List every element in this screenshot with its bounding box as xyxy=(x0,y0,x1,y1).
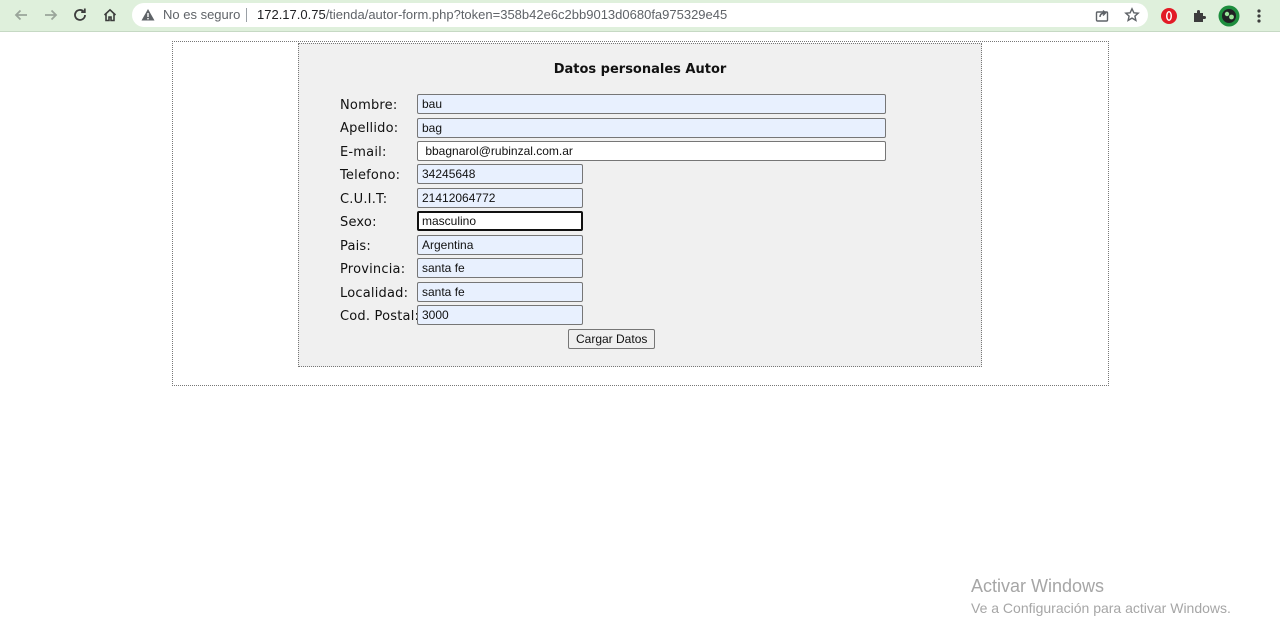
divider xyxy=(246,8,247,22)
cod-postal-input[interactable] xyxy=(417,305,583,325)
provincia-input[interactable] xyxy=(417,258,583,278)
warning-icon[interactable] xyxy=(141,8,155,22)
label-nombre: Nombre: xyxy=(340,98,398,113)
star-icon[interactable] xyxy=(1124,7,1140,23)
label-cuit: C.U.I.T: xyxy=(340,192,388,207)
label-email: E-mail: xyxy=(340,145,387,160)
home-icon[interactable] xyxy=(97,4,123,26)
url-text[interactable]: 172.17.0.75/tienda/autor-form.php?token=… xyxy=(257,7,727,22)
author-form: Datos personales Autor Nombre: Apellido:… xyxy=(298,43,982,367)
telefono-input[interactable] xyxy=(417,164,583,184)
security-status[interactable]: No es seguro xyxy=(163,7,240,22)
opera-extension-icon[interactable] xyxy=(1158,5,1180,27)
localidad-input[interactable] xyxy=(417,282,583,302)
apellido-input[interactable] xyxy=(417,118,886,138)
pais-input[interactable] xyxy=(417,235,583,255)
activation-watermark-subtitle: Ve a Configuración para activar Windows. xyxy=(971,600,1231,616)
activation-watermark-title: Activar Windows xyxy=(971,576,1105,596)
email-input[interactable] xyxy=(417,141,886,161)
cargar-datos-button[interactable]: Cargar Datos xyxy=(568,329,656,349)
browser-toolbar: No es seguro 172.17.0.75/tienda/autor-fo… xyxy=(0,0,1280,32)
reload-icon[interactable] xyxy=(67,4,93,26)
cuit-input[interactable] xyxy=(417,188,583,208)
label-sexo: Sexo: xyxy=(340,215,377,230)
back-icon[interactable] xyxy=(8,4,34,26)
avatar[interactable] xyxy=(1218,5,1240,27)
menu-icon[interactable] xyxy=(1248,5,1270,27)
form-title: Datos personales Autor xyxy=(553,62,727,77)
address-bar[interactable]: No es seguro 172.17.0.75/tienda/autor-fo… xyxy=(132,3,1148,27)
share-icon[interactable] xyxy=(1094,7,1110,23)
label-apellido: Apellido: xyxy=(340,121,399,136)
label-pais: Pais: xyxy=(340,239,371,254)
url-host: 172.17.0.75 xyxy=(257,7,326,22)
label-cod-postal: Cod. Postal: xyxy=(340,309,420,324)
sexo-input[interactable] xyxy=(417,211,583,231)
nombre-input[interactable] xyxy=(417,94,886,114)
forward-icon[interactable] xyxy=(38,4,64,26)
label-provincia: Provincia: xyxy=(340,262,406,277)
url-path: /tienda/autor-form.php?token=358b42e6c2b… xyxy=(325,7,728,22)
puzzle-icon[interactable] xyxy=(1188,5,1210,27)
label-telefono: Telefono: xyxy=(340,168,401,183)
label-localidad: Localidad: xyxy=(340,286,409,301)
